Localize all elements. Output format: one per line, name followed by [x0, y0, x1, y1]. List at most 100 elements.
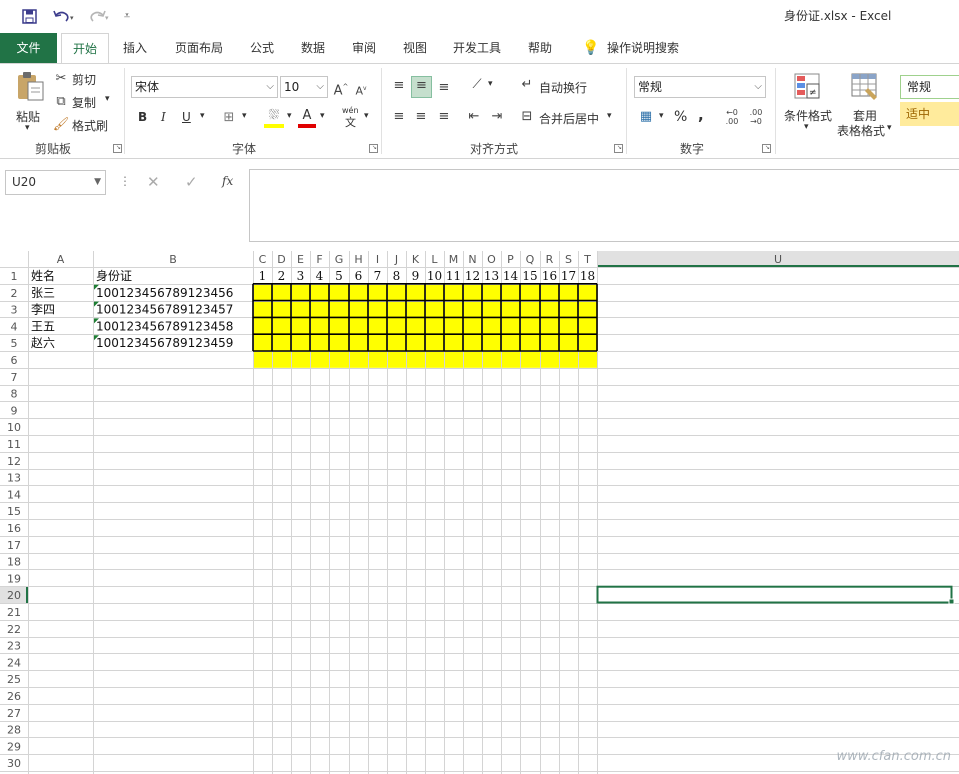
column-header-l[interactable]: L	[431, 253, 438, 266]
worksheet-grid[interactable]: A B C D E F G H I J K L M N O P Q R S T U 1 2 3 4 5 6 7 8 9 10 11 12 13 14…	[0, 251, 959, 774]
cell-p1[interactable]: 14	[503, 269, 519, 283]
column-header-c[interactable]: C	[259, 253, 267, 266]
column-header-b[interactable]: B	[169, 253, 177, 266]
font-name-combo[interactable]: 宋体 ⌵	[131, 76, 278, 98]
cut-button[interactable]: 剪切	[72, 71, 96, 88]
cell-t1[interactable]: 18	[580, 269, 595, 283]
formula-input[interactable]	[249, 169, 959, 242]
increase-indent-icon[interactable]: ⇥	[488, 108, 506, 126]
align-center-icon[interactable]: ≡	[412, 108, 430, 126]
row-header-4[interactable]: 4	[11, 320, 18, 333]
selected-cell-u20[interactable]	[596, 585, 953, 604]
row-header-7[interactable]: 7	[11, 371, 18, 384]
tab-data[interactable]: 数据	[301, 33, 325, 63]
number-launcher[interactable]: ↘	[762, 144, 771, 153]
tab-home[interactable]: 开始	[61, 33, 109, 64]
row-header-14[interactable]: 14	[7, 488, 21, 501]
name-box[interactable]: U20 ▼	[5, 170, 106, 195]
row-header-24[interactable]: 24	[7, 656, 21, 669]
phonetic-dropdown[interactable]: ▾	[364, 111, 369, 121]
decrease-indent-icon[interactable]: ⇤	[465, 108, 483, 126]
column-header-t[interactable]: T	[583, 253, 591, 266]
customize-icon[interactable]: ⩡	[118, 6, 136, 26]
bold-button[interactable]: B	[138, 110, 147, 124]
row-header-15[interactable]: 15	[7, 505, 21, 518]
row-header-9[interactable]: 9	[11, 404, 18, 417]
row-header-12[interactable]: 12	[7, 455, 21, 468]
column-header-j[interactable]: J	[394, 253, 398, 266]
tab-insert[interactable]: 插入	[123, 33, 147, 63]
column-header-m[interactable]: M	[449, 253, 459, 266]
tab-help[interactable]: 帮助	[528, 33, 552, 63]
row-header-18[interactable]: 18	[7, 556, 21, 569]
cell-a4[interactable]: 王五	[31, 319, 55, 333]
column-header-r[interactable]: R	[546, 253, 554, 266]
font-launcher[interactable]: ↘	[369, 144, 378, 153]
decrease-decimal-icon[interactable]: .00 →0	[746, 108, 766, 126]
row-header-6[interactable]: 6	[11, 354, 18, 367]
cell-f1[interactable]: 4	[316, 269, 324, 283]
column-header-o[interactable]: O	[487, 253, 496, 266]
merge-center-button[interactable]: 合并后居中	[539, 110, 599, 127]
cell-a1[interactable]: 姓名	[31, 268, 55, 283]
row-header-25[interactable]: 25	[7, 673, 21, 686]
row-header-21[interactable]: 21	[7, 606, 21, 619]
tab-review[interactable]: 审阅	[352, 33, 376, 63]
cell-l1[interactable]: 10	[427, 269, 442, 283]
row-header-19[interactable]: 19	[7, 572, 21, 585]
column-header-g[interactable]: G	[335, 253, 344, 266]
copy-dropdown[interactable]: ▾	[105, 94, 110, 104]
accounting-format-icon[interactable]: ▦	[636, 108, 656, 126]
column-header-u[interactable]: U	[774, 253, 782, 266]
cell-e1[interactable]: 3	[297, 269, 305, 283]
redo-icon[interactable]: ▾	[85, 6, 113, 26]
tab-file[interactable]: 文件	[0, 33, 57, 63]
save-icon[interactable]	[18, 6, 40, 26]
tab-formulas[interactable]: 公式	[250, 33, 274, 63]
row-header-22[interactable]: 22	[7, 623, 21, 636]
row-header-5[interactable]: 5	[11, 337, 18, 350]
column-header-p[interactable]: P	[507, 253, 514, 266]
cell-d1[interactable]: 2	[278, 269, 286, 283]
column-header-i[interactable]: I	[376, 253, 379, 266]
cell-g1[interactable]: 5	[335, 269, 343, 283]
format-as-table-button[interactable]: 套用 表格格式 ▾	[836, 70, 894, 138]
row-header-13[interactable]: 13	[7, 472, 21, 485]
row-header-26[interactable]: 26	[7, 690, 21, 703]
row-header-3[interactable]: 3	[11, 304, 18, 317]
paste-button[interactable]: 粘贴 ▾	[12, 70, 48, 136]
copy-button[interactable]: 复制	[72, 94, 96, 111]
font-color-dropdown[interactable]: ▾	[320, 111, 325, 121]
enter-icon[interactable]: ✓	[185, 173, 198, 191]
cell-b3[interactable]: 100123456789123457	[96, 303, 233, 317]
cell-a2[interactable]: 张三	[31, 286, 55, 300]
cancel-icon[interactable]: ✕	[147, 173, 160, 191]
column-header-k[interactable]: K	[412, 253, 420, 266]
column-header-d[interactable]: D	[277, 253, 285, 266]
border-dropdown[interactable]: ▾	[242, 111, 247, 121]
conditional-formatting-button[interactable]: ≠ 条件格式 ▾	[782, 70, 834, 136]
row-header-27[interactable]: 27	[7, 707, 21, 720]
alignment-launcher[interactable]: ↘	[614, 144, 623, 153]
cell-h1[interactable]: 6	[355, 269, 363, 283]
row-header-8[interactable]: 8	[11, 388, 18, 401]
cell-b4[interactable]: 100123456789123458	[96, 319, 233, 333]
merge-dropdown[interactable]: ▾	[607, 111, 612, 121]
decrease-font-icon[interactable]: Av	[354, 80, 368, 101]
percent-button[interactable]: %	[674, 109, 687, 125]
column-header-q[interactable]: Q	[526, 253, 535, 266]
orientation-dropdown[interactable]: ▾	[488, 79, 493, 89]
row-header-16[interactable]: 16	[7, 522, 21, 535]
comma-button[interactable]: ,	[698, 106, 704, 124]
cell-j1[interactable]: 8	[393, 269, 401, 283]
font-color-icon[interactable]: A	[298, 108, 316, 128]
style-neutral[interactable]: 适中	[900, 102, 959, 126]
fill-color-dropdown[interactable]: ▾	[287, 111, 292, 121]
tab-page-layout[interactable]: 页面布局	[175, 33, 223, 63]
tell-me-search[interactable]: 操作说明搜索	[607, 33, 679, 63]
fill-handle[interactable]	[948, 598, 955, 605]
italic-button[interactable]: I	[161, 110, 166, 124]
accounting-dropdown[interactable]: ▾	[659, 111, 664, 121]
cell-a3[interactable]: 李四	[31, 302, 55, 317]
cell-b5[interactable]: 100123456789123459	[96, 336, 233, 350]
